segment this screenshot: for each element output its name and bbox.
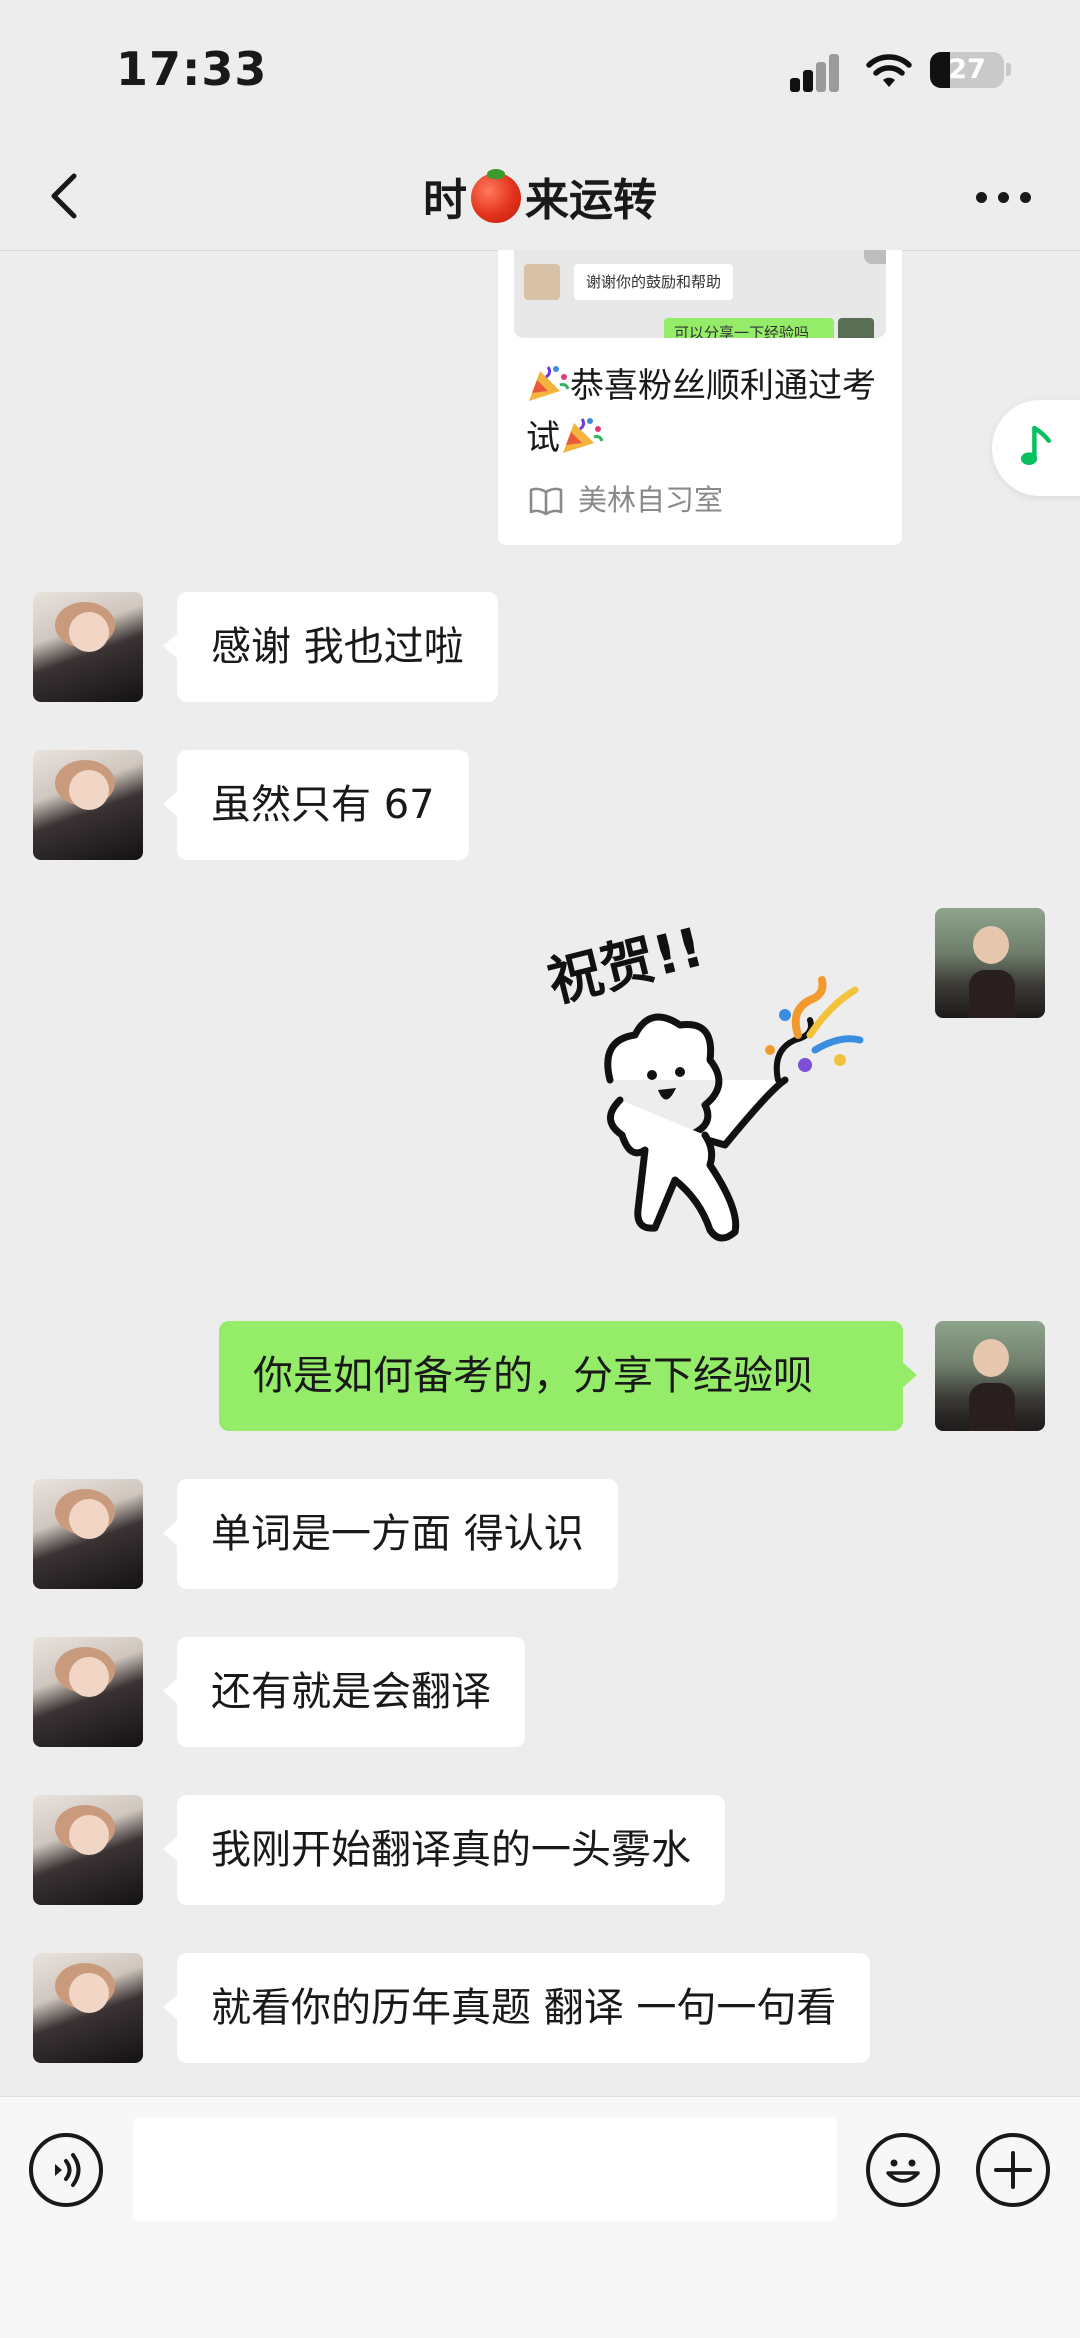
preview-avatar-right xyxy=(838,318,874,338)
battery-nub xyxy=(1006,63,1011,76)
message-bubble-incoming[interactable]: 虽然只有 67 xyxy=(163,750,469,860)
congratulations-sticker[interactable]: 祝贺!! xyxy=(540,910,890,1270)
preview-corner xyxy=(864,250,886,264)
card-source-name: 美林自习室 xyxy=(578,483,724,517)
card-preview-image: 谢谢你的鼓励和帮助 可以分享一下经验吗 xyxy=(514,250,886,338)
contact-avatar[interactable] xyxy=(33,1637,143,1747)
message-bubble-incoming[interactable]: 还有就是会翻译 xyxy=(163,1637,525,1747)
sticker-text: 祝贺!! xyxy=(542,915,710,1014)
contact-avatar[interactable] xyxy=(33,1795,143,1905)
voice-mode-button[interactable] xyxy=(29,2133,103,2207)
contact-avatar[interactable] xyxy=(33,750,143,860)
my-avatar[interactable] xyxy=(935,908,1045,1018)
battery-icon: 27 xyxy=(930,52,1004,88)
preview-green-message: 可以分享一下经验吗 xyxy=(664,318,834,338)
chat-title: 时 来运转 xyxy=(0,164,1080,228)
chat-title-suffix: 来运转 xyxy=(525,175,657,226)
book-icon xyxy=(529,487,563,516)
party-popper-icon xyxy=(529,366,570,401)
party-popper-icon-end xyxy=(563,418,604,453)
preview-message: 谢谢你的鼓励和帮助 xyxy=(574,264,734,300)
preview-avatar xyxy=(524,264,560,300)
nav-bar: 时 来运转 xyxy=(0,140,1080,251)
tomato-icon xyxy=(471,169,521,223)
message-bubble-incoming[interactable]: 就看你的历年真题 翻译 一句一句看 xyxy=(162,1953,871,2063)
status-time: 17:33 xyxy=(116,42,268,96)
message-bubble-incoming[interactable]: 感谢 我也过啦 xyxy=(163,592,498,702)
message-bubble-outgoing[interactable]: 你是如何备考的，分享下经验呗 xyxy=(219,1321,917,1431)
card-title: 恭喜粉丝顺利通过考试 xyxy=(526,360,876,464)
battery-percentage: 27 xyxy=(948,54,986,85)
status-bar: 17:33 27 xyxy=(0,0,1080,140)
wifi-icon xyxy=(866,54,912,87)
chat-title-prefix: 时 xyxy=(423,175,467,226)
contact-avatar[interactable] xyxy=(33,1479,143,1589)
cellular-signal-icon xyxy=(790,52,844,92)
message-bubble-incoming[interactable]: 我刚开始翻译真的一头雾水 xyxy=(163,1795,725,1905)
my-avatar[interactable] xyxy=(935,1321,1045,1431)
more-functions-button[interactable] xyxy=(976,2133,1050,2207)
more-options-icon[interactable] xyxy=(976,192,1032,204)
message-bubble-incoming[interactable]: 单词是一方面 得认识 xyxy=(163,1479,618,1589)
chat-input-bar xyxy=(0,2096,1080,2338)
message-input[interactable] xyxy=(133,2117,837,2221)
shared-article-card[interactable]: 谢谢你的鼓励和帮助 可以分享一下经验吗 恭喜粉丝顺利通过考试 美林自习室 xyxy=(498,250,902,545)
voice-wave-icon xyxy=(55,2153,81,2187)
floating-music-button[interactable] xyxy=(992,400,1080,496)
card-source: 美林自习室 xyxy=(528,480,723,520)
contact-avatar[interactable] xyxy=(33,1953,143,2063)
smiley-face-icon xyxy=(886,2159,920,2183)
emoji-button[interactable] xyxy=(866,2133,940,2207)
contact-avatar[interactable] xyxy=(33,592,143,702)
music-note-icon xyxy=(1020,425,1052,465)
plus-icon xyxy=(994,2151,1032,2189)
